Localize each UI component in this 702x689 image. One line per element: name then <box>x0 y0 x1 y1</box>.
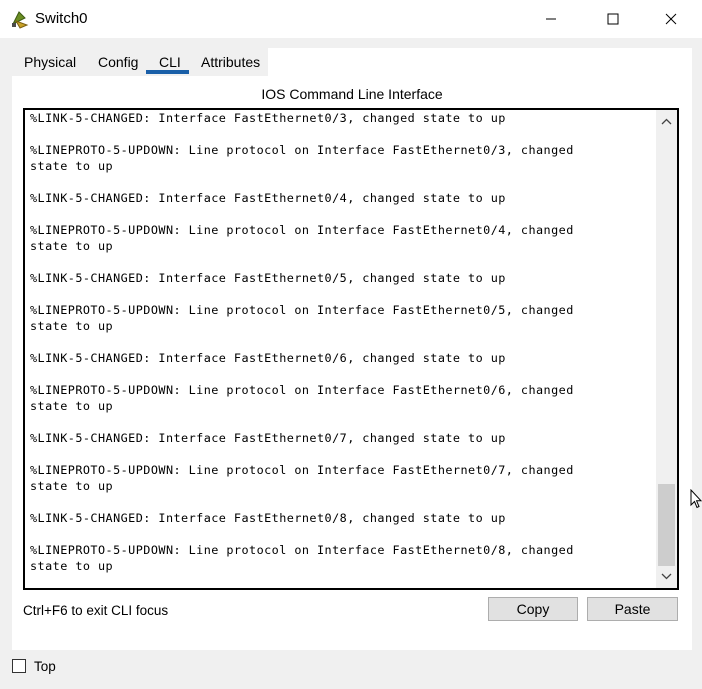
scrollbar-thumb[interactable] <box>658 484 675 566</box>
paste-button[interactable]: Paste <box>587 597 678 621</box>
terminal-line: %LINK-5-CHANGED: Interface FastEthernet0… <box>30 271 506 285</box>
terminal-line: %LINK-5-CHANGED: Interface FastEthernet0… <box>30 511 506 525</box>
copy-button[interactable]: Copy <box>488 597 578 621</box>
tab-config[interactable]: Config <box>98 54 138 70</box>
terminal-line: %LINEPROTO-5-UPDOWN: Line protocol on In… <box>30 303 574 317</box>
terminal-line: %LINK-5-CHANGED: Interface FastEthernet0… <box>30 431 506 445</box>
title-bar[interactable]: Switch0 <box>0 0 702 38</box>
close-icon <box>665 13 677 25</box>
packet-tracer-switch-icon <box>11 11 29 29</box>
chevron-down-icon <box>661 573 672 580</box>
terminal-line: %LINK-5-CHANGED: Interface FastEthernet0… <box>30 191 506 205</box>
window-title: Switch0 <box>35 10 88 27</box>
chevron-up-icon <box>661 118 672 125</box>
terminal-line: %LINEPROTO-5-UPDOWN: Line protocol on In… <box>30 543 574 557</box>
tab-attributes[interactable]: Attributes <box>201 54 260 70</box>
terminal-output: %LINK-5-CHANGED: Interface FastEthernet0… <box>30 110 650 574</box>
mouse-cursor-icon <box>690 489 702 509</box>
terminal-line: state to up <box>30 479 114 493</box>
active-tab-indicator <box>146 70 189 74</box>
terminal-line: %LINEPROTO-5-UPDOWN: Line protocol on In… <box>30 223 574 237</box>
terminal-line: state to up <box>30 319 114 333</box>
terminal-line: %LINK-5-CHANGED: Interface FastEthernet0… <box>30 351 506 365</box>
switch-config-window: Switch0 Physical Config CLI Attributes I… <box>0 0 702 689</box>
maximize-icon <box>607 13 619 25</box>
terminal-line: state to up <box>30 239 114 253</box>
top-checkbox[interactable] <box>12 659 26 673</box>
scroll-up-button[interactable] <box>656 113 677 130</box>
close-button[interactable] <box>648 0 694 38</box>
tab-bar: Physical Config CLI Attributes <box>12 48 268 76</box>
terminal-line: %LINK-5-CHANGED: Interface FastEthernet0… <box>30 111 506 125</box>
terminal-line: %LINEPROTO-5-UPDOWN: Line protocol on In… <box>30 143 574 157</box>
maximize-button[interactable] <box>590 0 636 38</box>
top-checkbox-label: Top <box>34 659 56 674</box>
tab-cli[interactable]: CLI <box>159 54 181 70</box>
tab-physical[interactable]: Physical <box>24 54 76 70</box>
cli-heading: IOS Command Line Interface <box>261 86 443 102</box>
terminal-line: state to up <box>30 399 114 413</box>
minimize-icon <box>546 18 556 20</box>
cli-terminal[interactable]: %LINK-5-CHANGED: Interface FastEthernet0… <box>23 108 679 590</box>
cli-focus-hint: Ctrl+F6 to exit CLI focus <box>23 603 169 618</box>
terminal-line: %LINEPROTO-5-UPDOWN: Line protocol on In… <box>30 463 574 477</box>
terminal-line: state to up <box>30 559 114 573</box>
terminal-line: %LINEPROTO-5-UPDOWN: Line protocol on In… <box>30 383 574 397</box>
main-panel: Physical Config CLI Attributes IOS Comma… <box>12 48 692 650</box>
terminal-line: state to up <box>30 159 114 173</box>
terminal-scrollbar[interactable] <box>656 110 677 588</box>
scroll-down-button[interactable] <box>656 568 677 585</box>
minimize-button[interactable] <box>528 0 574 38</box>
